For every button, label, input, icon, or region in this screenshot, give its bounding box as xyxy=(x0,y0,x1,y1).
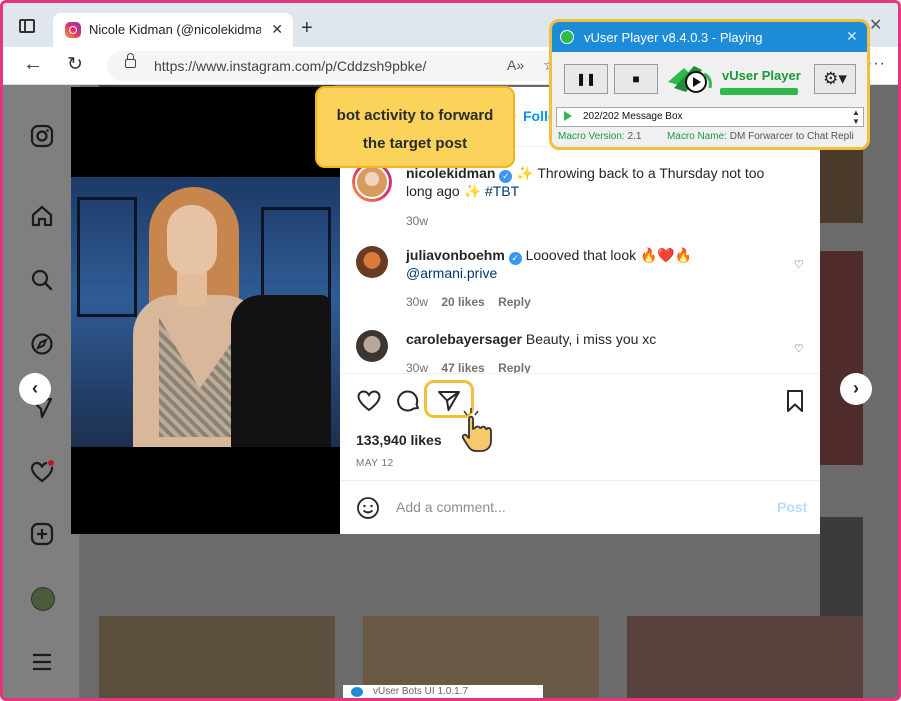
macro-status-text: 202/202 Message Box xyxy=(583,111,683,122)
caption-line-2: long ago ✨ xyxy=(406,183,485,199)
comment-likes[interactable]: 20 likes xyxy=(441,295,484,309)
pause-button[interactable]: ❚❚ xyxy=(564,64,608,94)
status-spinner-icon[interactable]: ▲ ▼ xyxy=(852,108,860,126)
like-count[interactable]: 133,940 likes xyxy=(356,432,442,448)
post-photo xyxy=(71,177,340,447)
comment-age: 30w xyxy=(406,361,429,373)
comment-bubble-icon[interactable] xyxy=(396,388,422,414)
macro-status-field[interactable]: 202/202 Message Box ▲ ▼ xyxy=(556,107,864,127)
vuser-player-window: vUser Player v8.4.0.3 - Playing ✕ ❚❚ ■ v… xyxy=(549,19,870,150)
photo-figure-jacket xyxy=(231,295,331,447)
pointer-hand-icon xyxy=(456,407,496,453)
player-close-icon[interactable]: ✕ xyxy=(846,28,858,45)
player-progress-bar xyxy=(720,88,798,95)
back-arrow-icon[interactable]: ← xyxy=(23,53,43,76)
comment-age: 30w xyxy=(406,295,429,309)
comment-body: Loooved that look 🔥❤️🔥 xyxy=(525,247,693,263)
comment-username[interactable]: juliavonboehm xyxy=(406,247,505,263)
vuser-logo-icon xyxy=(664,60,716,100)
vuser-bots-icon xyxy=(351,687,363,697)
window-pane xyxy=(77,197,137,317)
browser-tab-instagram[interactable]: Nicole Kidman (@nicolekidman) ✕ xyxy=(53,13,293,49)
caption-text: nicolekidman ✓ ✨ Throwing back to a Thur… xyxy=(406,164,806,200)
player-title-bar[interactable]: vUser Player v8.4.0.3 - Playing ✕ xyxy=(552,22,867,52)
grid-tile[interactable] xyxy=(99,616,335,698)
callout-line-1: bot activity to forward xyxy=(336,107,494,124)
footer-text: vUser Bots UI 1.0.1.7 xyxy=(373,686,469,697)
carousel-prev-button[interactable]: ‹ xyxy=(19,373,51,405)
comment-likes[interactable]: 47 likes xyxy=(441,361,484,373)
stop-button[interactable]: ■ xyxy=(614,64,658,94)
comment-meta: 30w 47 likes Reply xyxy=(406,361,531,373)
callout-line-2: the target post xyxy=(362,135,468,152)
sidebar-toggle-icon[interactable] xyxy=(19,19,35,33)
verified-badge-icon: ✓ xyxy=(508,252,522,265)
explore-compass-icon[interactable] xyxy=(29,331,55,357)
grid-tile[interactable] xyxy=(820,517,863,617)
status-play-icon xyxy=(564,111,572,121)
comment-reply-button[interactable]: Reply xyxy=(498,295,531,309)
player-brand-name: vUser Player xyxy=(722,68,801,83)
profile-avatar[interactable] xyxy=(31,587,55,611)
comment-avatar[interactable] xyxy=(356,330,388,362)
comment-meta: 30w 20 likes Reply xyxy=(406,295,531,309)
macro-version-label: Macro Version: xyxy=(558,131,625,142)
caption-hashtag[interactable]: #TBT xyxy=(485,183,519,199)
macro-name-value: DM Forwarcer to Chat Repli xyxy=(729,131,854,142)
macro-name-label: Macro Name: xyxy=(666,131,727,142)
notification-badge xyxy=(47,459,55,467)
settings-gear-icon[interactable]: ⚙▾ xyxy=(814,64,856,94)
macro-info-line: Macro Version: 2.1 Macro Name: DM Forwar… xyxy=(558,131,867,142)
read-aloud-icon[interactable]: A» xyxy=(507,57,524,73)
tab-close-icon[interactable]: ✕ xyxy=(271,21,283,38)
instagram-logo-icon[interactable] xyxy=(29,123,55,149)
comment-username[interactable]: carolebayersager xyxy=(406,331,522,347)
post-actions: 133,940 likes MAY 12 Post xyxy=(340,373,820,534)
search-icon[interactable] xyxy=(29,267,55,293)
post-comment-button[interactable]: Post xyxy=(777,499,807,515)
home-icon[interactable] xyxy=(29,203,55,229)
comment-text: carolebayersager Beauty, i miss you xc xyxy=(406,330,786,348)
address-bar[interactable]: https://www.instagram.com/p/Cddzsh9pbke/… xyxy=(107,51,577,81)
grid-tile[interactable] xyxy=(820,251,863,465)
add-comment-row: Post xyxy=(340,480,820,535)
create-plus-icon[interactable] xyxy=(29,521,55,547)
comment-like-heart-icon[interactable]: ♡ xyxy=(794,342,804,355)
vuser-bots-footer: vUser Bots UI 1.0.1.7 xyxy=(343,685,543,698)
comment-avatar[interactable] xyxy=(356,246,388,278)
comment-reply-button[interactable]: Reply xyxy=(498,361,531,373)
window-close-button[interactable]: ✕ xyxy=(869,15,882,35)
bot-activity-callout: bot activity to forward the target post xyxy=(315,86,515,168)
caption-line-1: ✨ Throwing back to a Thursday not too xyxy=(516,165,765,181)
macro-version-value: 2.1 xyxy=(627,131,642,142)
url-text[interactable]: https://www.instagram.com/p/Cddzsh9pbke/ xyxy=(154,58,426,74)
emoji-icon[interactable] xyxy=(356,496,380,520)
comments-list[interactable]: nicolekidman ✓ ✨ Throwing back to a Thur… xyxy=(340,148,820,373)
menu-hamburger-icon[interactable] xyxy=(29,649,55,675)
verified-badge-icon: ✓ xyxy=(499,170,513,183)
like-heart-icon[interactable] xyxy=(356,388,382,414)
post-image-panel[interactable] xyxy=(71,87,340,534)
photo-figure-face xyxy=(167,205,217,275)
carousel-next-button[interactable]: › xyxy=(840,373,872,405)
instagram-favicon-icon xyxy=(65,22,81,38)
comment-input[interactable] xyxy=(396,499,726,515)
comment-body: Beauty, i miss you xc xyxy=(525,331,657,347)
player-app-icon xyxy=(560,30,574,44)
grid-tile[interactable] xyxy=(627,616,863,698)
new-tab-button[interactable]: + xyxy=(301,17,313,40)
screenshot-frame: Nicole Kidman (@nicolekidman) ✕ + ✕ ← ↻ … xyxy=(0,0,901,701)
comment-text: juliavonboehm ✓ Loooved that look 🔥❤️🔥 @… xyxy=(406,246,786,282)
post-date: MAY 12 xyxy=(356,458,394,469)
player-title: vUser Player v8.4.0.3 - Playing xyxy=(584,30,763,45)
comment-like-heart-icon[interactable]: ♡ xyxy=(794,258,804,271)
tab-title: Nicole Kidman (@nicolekidman) xyxy=(89,22,261,37)
save-bookmark-icon[interactable] xyxy=(782,388,808,414)
lock-icon xyxy=(125,53,136,68)
refresh-icon[interactable]: ↻ xyxy=(67,53,83,76)
caption-age: 30w xyxy=(406,214,429,228)
caption-avatar[interactable] xyxy=(352,162,392,202)
comment-mention[interactable]: @armani.prive xyxy=(406,265,497,281)
